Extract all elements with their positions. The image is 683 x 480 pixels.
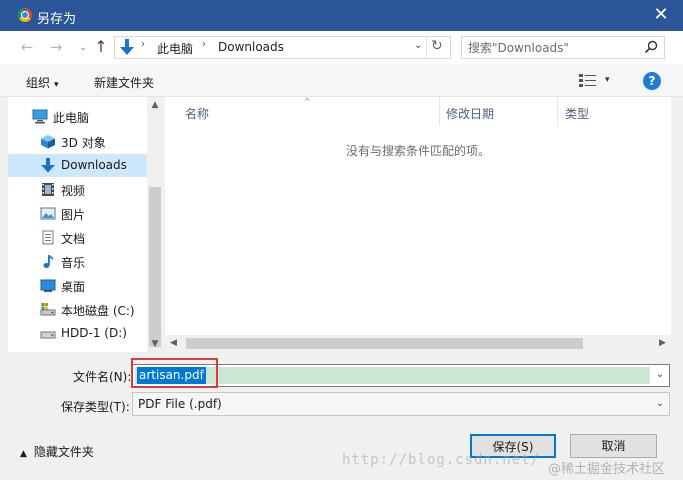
navigation-pane: 此电脑 3D 对象 Downloads 视频 图片 文档 音乐 桌面 本地磁盘 … [8,97,163,352]
organize-label: 组织 [26,76,51,90]
help-icon[interactable]: ? [643,72,661,90]
sidebar-item-label: 文档 [61,232,86,246]
column-date-modified[interactable]: 修改日期 [446,105,494,122]
filetype-value: PDF File (.pdf) [138,397,222,411]
address-bar[interactable]: › 此电脑 › Downloads ⌄ ↻ [114,36,451,59]
sidebar-item-local-disk-c[interactable]: 本地磁盘 (C:) [8,298,147,321]
sidebar-item-3d-objects[interactable]: 3D 对象 [8,130,147,153]
sidebar-item-videos[interactable]: 视频 [8,178,147,201]
window-title: 另存为 [37,12,77,27]
download-icon [41,158,55,173]
organize-button[interactable]: 组织 ▾ [26,74,59,91]
scroll-left-icon[interactable]: ◀ [165,335,182,352]
scroll-right-icon[interactable]: ▶ [654,335,671,352]
watermark-site: @稀土掘金技术社区 [548,462,666,477]
view-dropdown-icon[interactable]: ▾ [605,75,610,85]
breadcrumb-this-pc[interactable]: 此电脑 [157,40,193,57]
sidebar-item-label: 视频 [61,184,86,198]
sidebar-item-desktop[interactable]: 桌面 [8,274,147,297]
column-divider[interactable] [439,97,440,126]
search-icon[interactable] [644,40,658,54]
recent-locations-button[interactable]: ⌄ [74,39,92,57]
chrome-icon [18,8,32,22]
scrollbar-thumb[interactable] [149,187,161,347]
chevron-down-icon: ▾ [54,80,59,90]
refresh-icon[interactable]: ↻ [431,38,443,54]
up-button[interactable]: ↑ [92,38,110,56]
scroll-up-icon[interactable]: ▲ [147,97,163,113]
music-icon [43,255,53,268]
forward-button[interactable]: → [47,38,65,56]
sidebar-item-hdd-1-d[interactable]: HDD-1 (D:) [8,322,147,345]
close-button[interactable]: ✕ [649,4,673,26]
sort-indicator-icon: ^ [304,97,311,106]
breadcrumb-separator[interactable]: › [202,39,206,50]
sidebar-item-documents[interactable]: 文档 [8,226,147,249]
picture-icon [40,207,56,220]
sidebar-item-label: 本地磁盘 (C:) [61,304,135,318]
column-divider[interactable] [557,97,558,126]
view-options-icon[interactable] [578,72,598,88]
video-icon [42,183,54,196]
empty-message: 没有与搜索条件匹配的项。 [345,144,490,158]
sidebar-item-label: HDD-1 (D:) [61,326,127,340]
scrollbar-thumb[interactable] [186,338,583,349]
navigation-pane-scrollbar[interactable]: ▲ ▼ [147,97,163,352]
breadcrumb-downloads[interactable]: Downloads [218,40,284,54]
cancel-button[interactable]: 取消 [570,434,657,458]
drive-icon [40,331,56,339]
hide-folders-label: 隐藏文件夹 [33,445,94,459]
watermark-url: http://blog.csdn.net/ [342,452,541,468]
sidebar-item-label: Downloads [61,158,127,172]
column-name[interactable]: 名称 [185,105,209,122]
cube-icon [41,135,55,149]
filetype-dropdown-icon[interactable]: ⌄ [656,398,664,409]
breadcrumb-separator[interactable]: › [141,39,145,50]
address-dropdown-icon[interactable]: ⌄ [414,40,422,51]
toolbar: 组织 ▾ 新建文件夹 ▾ ? [0,64,683,97]
sidebar-item-label: 图片 [61,208,86,222]
column-header: ^ 名称 修改日期 类型 [165,97,671,126]
column-type[interactable]: 类型 [565,105,589,122]
desktop-icon [40,279,56,292]
address-divider [426,37,427,58]
chevron-up-icon: ▲ [20,449,27,459]
sidebar-item-pictures[interactable]: 图片 [8,202,147,225]
document-icon [42,230,54,245]
computer-icon [32,109,48,124]
title-bar: 另存为 ✕ [0,0,683,31]
sidebar-item-label: 3D 对象 [61,136,106,150]
scroll-down-icon[interactable]: ▼ [147,336,163,352]
back-button[interactable]: ← [18,38,36,56]
download-arrow-icon [120,39,134,55]
file-list: ^ 名称 修改日期 类型 没有与搜索条件匹配的项。 ◀ ▶ [165,97,671,352]
new-folder-button[interactable]: 新建文件夹 [94,74,154,91]
filetype-label: 保存类型(T): [61,400,130,414]
navigation-bar: ← → ⌄ ↑ › 此电脑 › Downloads ⌄ ↻ [0,31,683,64]
search-box[interactable] [461,36,665,59]
annotation-highlight-box [131,358,218,388]
sidebar-item-music[interactable]: 音乐 [8,250,147,273]
hide-folders-button[interactable]: ▲ 隐藏文件夹 [20,443,94,460]
filetype-select[interactable]: PDF File (.pdf) ⌄ [132,392,670,416]
sidebar-item-label: 音乐 [61,256,86,270]
sidebar-item-label: 此电脑 [53,111,90,125]
drive-c-icon [40,303,56,316]
filename-dropdown-icon[interactable]: ⌄ [656,369,664,380]
sidebar-item-this-pc[interactable]: 此电脑 [8,105,147,128]
sidebar-item-label: 桌面 [61,280,86,294]
search-input[interactable] [468,39,638,56]
sidebar-item-downloads[interactable]: Downloads [8,154,147,177]
file-list-horizontal-scrollbar[interactable]: ◀ ▶ [165,335,671,352]
filename-label: 文件名(N): [73,370,132,384]
